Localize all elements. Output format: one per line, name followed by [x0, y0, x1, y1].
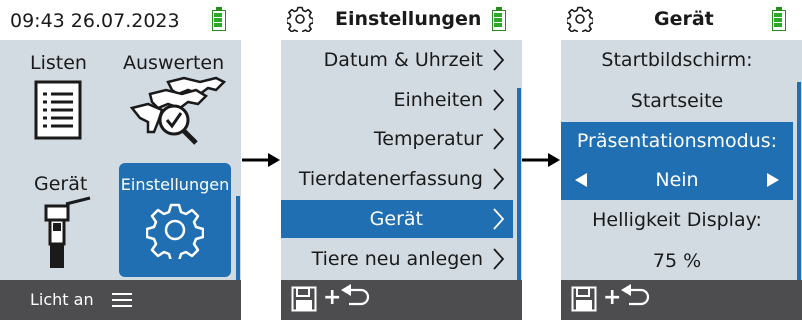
- gear-icon: [567, 6, 593, 32]
- brightness-label: Helligkeit Display:: [592, 209, 762, 231]
- status-bar: 09:43 26.07.2023: [0, 0, 241, 40]
- tile-label: Auswerten: [123, 52, 225, 74]
- flow-arrow-icon: [242, 153, 280, 167]
- tile-label: Einstellungen: [120, 175, 230, 194]
- save-icon[interactable]: [291, 286, 317, 312]
- clock: 09:43 26.07.2023: [10, 10, 180, 32]
- handheld-device-icon: [44, 196, 91, 268]
- menu-item-label: Einheiten: [393, 89, 483, 111]
- menu-item-datum-uhrzeit[interactable]: Datum & Uhrzeit: [281, 41, 513, 79]
- menu-item-label: Gerät: [369, 208, 423, 230]
- page-title: Gerät: [654, 8, 714, 30]
- battery-icon: [772, 7, 786, 31]
- presentation-mode-value: Nein: [655, 169, 699, 191]
- battery-icon: [492, 7, 506, 31]
- presentation-mode-setting[interactable]: Präsentationsmodus: Nein: [561, 122, 793, 200]
- hamburger-menu-icon[interactable]: [112, 292, 132, 308]
- chevron-right-icon: [493, 128, 505, 150]
- arrow-right-icon[interactable]: [765, 172, 781, 188]
- startscreen-label: Startbildschirm:: [601, 49, 753, 71]
- tile-einstellungen[interactable]: Einstellungen: [119, 163, 231, 277]
- menu-item-einheiten[interactable]: Einheiten: [281, 81, 513, 119]
- chevron-right-icon: [493, 168, 505, 190]
- gear-icon: [146, 203, 204, 259]
- device-settings-screen: Gerät Startbildschirm: Startseite Präsen…: [561, 0, 802, 320]
- chevron-right-icon: [493, 89, 505, 111]
- back-icon[interactable]: [619, 284, 651, 310]
- back-icon[interactable]: [339, 284, 371, 310]
- brightness-value[interactable]: 75 %: [561, 250, 793, 272]
- presentation-mode-label: Präsentationsmodus:: [576, 130, 778, 152]
- scrollbar[interactable]: [517, 88, 521, 280]
- evaluate-animals-icon: [129, 76, 227, 145]
- chevron-right-icon: [493, 49, 505, 71]
- menu-item-label: Temperatur: [373, 128, 483, 150]
- light-toggle-label[interactable]: Licht an: [30, 290, 94, 309]
- menu-item-label: Datum & Uhrzeit: [323, 49, 483, 71]
- tile-label: Gerät: [34, 173, 88, 195]
- header: Gerät: [561, 0, 802, 40]
- chevron-right-icon: [493, 208, 505, 230]
- gear-icon: [287, 6, 313, 32]
- tile-label: Listen: [30, 52, 87, 74]
- menu-item-label: Tierdatenerfassung: [298, 168, 483, 190]
- scrollbar[interactable]: [797, 82, 801, 280]
- startscreen-value[interactable]: Startseite: [561, 90, 793, 112]
- menu-item-label: Tiere neu anlegen: [311, 248, 483, 270]
- flow-arrow-icon: [522, 153, 560, 167]
- chevron-right-icon: [493, 248, 505, 270]
- page-title: Einstellungen: [335, 8, 482, 30]
- header: Einstellungen: [281, 0, 522, 40]
- scrollbar[interactable]: [236, 196, 240, 280]
- menu-item-temperatur[interactable]: Temperatur: [281, 120, 513, 158]
- battery-icon: [212, 7, 226, 31]
- menu-item-geraet[interactable]: Gerät: [281, 200, 513, 238]
- bottom-bar: +: [281, 280, 522, 320]
- settings-screen: Einstellungen Datum & Uhrzeit Einheiten …: [281, 0, 522, 320]
- list-document-icon: [34, 80, 82, 140]
- menu-item-tierdatenerfassung[interactable]: Tierdatenerfassung: [281, 160, 513, 198]
- menu-item-tiere-neu-anlegen[interactable]: Tiere neu anlegen: [281, 240, 513, 278]
- home-screen: 09:43 26.07.2023 Listen Auswerten Gerät …: [0, 0, 241, 320]
- bottom-bar: +: [561, 280, 802, 320]
- bottom-bar: Licht an: [0, 280, 241, 320]
- save-icon[interactable]: [571, 286, 597, 312]
